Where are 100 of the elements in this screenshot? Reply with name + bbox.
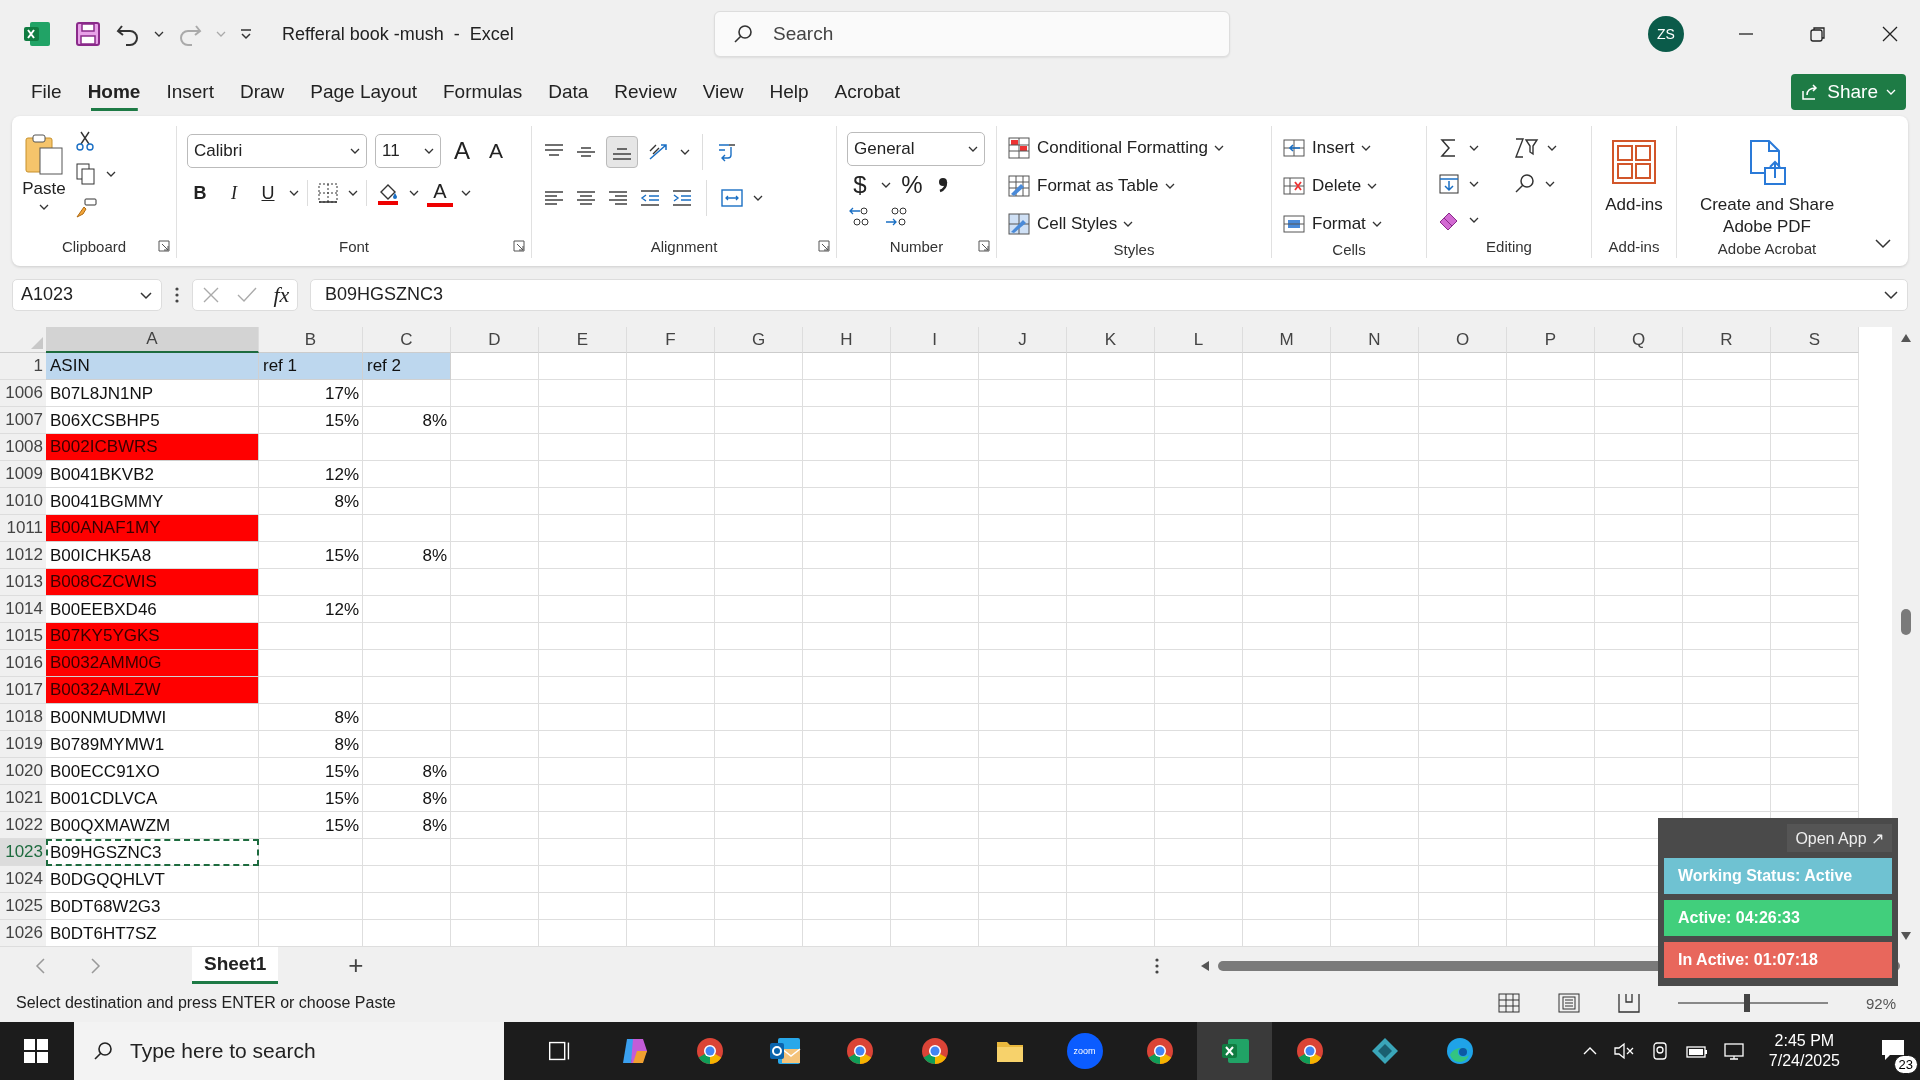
fill-down-icon[interactable] (1437, 172, 1461, 196)
column-header[interactable]: K (1067, 327, 1155, 354)
dialog-launcher-icon[interactable] (513, 240, 525, 252)
column-header[interactable]: A (46, 327, 259, 354)
column-header[interactable]: O (1419, 327, 1507, 354)
page-break-icon[interactable] (1617, 993, 1640, 1014)
ribbon-tab[interactable]: Draw (226, 73, 298, 112)
ribbon-tab[interactable]: Help (756, 73, 822, 112)
row-header[interactable]: 1019 (0, 731, 46, 759)
caret-icon[interactable] (1214, 143, 1225, 153)
clock-date[interactable]: 7/24/2025 (1768, 1052, 1840, 1071)
column-header[interactable]: D (451, 327, 539, 354)
column-header[interactable]: H (803, 327, 891, 354)
caret-icon[interactable] (1545, 179, 1555, 189)
caret-icon[interactable] (1360, 143, 1371, 153)
row-header[interactable]: 1016 (0, 650, 46, 678)
shrink-font-button[interactable]: A (483, 136, 509, 166)
speaker-muted-icon[interactable] (1612, 1041, 1635, 1061)
caret-icon[interactable] (409, 188, 419, 198)
add-sheet-button[interactable]: + (348, 950, 364, 982)
column-header[interactable]: G (715, 327, 803, 354)
caret-icon[interactable] (1469, 215, 1479, 225)
restore-icon[interactable] (1808, 24, 1828, 45)
column-header[interactable]: B (259, 327, 363, 354)
create-pdf-button[interactable]: Create and Share Adobe PDF (1687, 126, 1847, 239)
video-app-icon[interactable]: zoom (1066, 1033, 1103, 1069)
cells-menu-button[interactable]: Insert (1282, 132, 1382, 164)
borders-icon[interactable] (316, 181, 340, 205)
dialog-launcher-icon[interactable] (818, 240, 830, 252)
ribbon-tab[interactable]: Formulas (430, 73, 536, 112)
row-header[interactable]: 1015 (0, 623, 46, 651)
font-size-dropdown[interactable]: 11 (375, 134, 441, 168)
notifications-icon[interactable] (1880, 1038, 1906, 1062)
caret-icon[interactable] (350, 146, 360, 156)
column-header[interactable]: C (363, 327, 451, 354)
caret-icon[interactable] (1164, 181, 1175, 191)
column-header[interactable]: F (627, 327, 715, 354)
currency-button[interactable]: $ (847, 170, 873, 200)
share-button[interactable]: Share (1791, 74, 1906, 111)
ribbon-tab[interactable]: Page Layout (297, 73, 430, 112)
caret-icon[interactable] (1469, 143, 1479, 153)
user-avatar[interactable]: ZS (1648, 16, 1684, 53)
row-header[interactable]: 1009 (0, 461, 46, 489)
caret-icon[interactable] (680, 147, 690, 157)
caret-icon[interactable] (289, 188, 299, 198)
column-header[interactable]: M (1243, 327, 1331, 354)
more-options-icon[interactable] (1154, 956, 1160, 975)
copy-icon[interactable] (74, 162, 98, 186)
cells-menu-button[interactable]: Delete (1282, 170, 1382, 202)
ribbon-tab[interactable]: View (689, 73, 757, 112)
notification-count[interactable]: 23 (1893, 1055, 1918, 1074)
start-icon[interactable] (23, 1038, 49, 1064)
row-header[interactable]: 1025 (0, 893, 46, 921)
bold-button[interactable]: B (187, 178, 213, 208)
caret-icon[interactable] (1371, 219, 1382, 229)
ribbon-tab[interactable]: Acrobat (821, 73, 914, 112)
dialog-launcher-icon[interactable] (978, 240, 990, 252)
search-field[interactable]: Search (714, 11, 1230, 58)
column-header[interactable]: L (1155, 327, 1243, 354)
row-header[interactable]: 1010 (0, 488, 46, 516)
scroll-left-icon[interactable] (1200, 959, 1210, 972)
zoom-level[interactable]: 92% (1865, 994, 1896, 1012)
caret-icon[interactable] (753, 193, 763, 203)
page-layout-icon[interactable] (1557, 993, 1580, 1014)
caret-icon[interactable] (968, 144, 978, 154)
italic-button[interactable]: I (221, 178, 247, 208)
cells-menu-button[interactable]: Format (1282, 208, 1382, 240)
sort-filter-icon[interactable] (1513, 136, 1539, 160)
column-header[interactable]: E (539, 327, 627, 354)
grow-font-button[interactable]: A (449, 136, 475, 166)
slider-thumb[interactable] (1743, 994, 1750, 1013)
add-ins-button[interactable]: Add-ins (1605, 126, 1663, 234)
scrollbar-thumb[interactable] (1901, 609, 1911, 636)
ribbon-tab[interactable]: File (18, 73, 75, 112)
column-header[interactable]: I (891, 327, 979, 354)
dialog-launcher-icon[interactable] (158, 240, 170, 252)
row-header[interactable]: 1012 (0, 542, 46, 570)
row-header[interactable]: 1023 (0, 839, 46, 867)
ribbon-tab[interactable]: Data (535, 73, 602, 112)
row-header[interactable]: 1024 (0, 866, 46, 894)
percent-button[interactable]: % (899, 170, 925, 200)
column-header[interactable]: J (979, 327, 1067, 354)
open-app-button[interactable]: Open App ↗ (1787, 824, 1892, 852)
column-header[interactable]: R (1683, 327, 1771, 354)
column-header[interactable]: Q (1595, 327, 1683, 354)
column-header[interactable]: P (1507, 327, 1595, 354)
network-icon[interactable] (1722, 1041, 1747, 1061)
ribbon-tab[interactable]: Insert (153, 73, 227, 112)
caret-icon[interactable] (1367, 181, 1378, 191)
row-header[interactable]: 1011 (0, 515, 46, 543)
caret-icon[interactable] (461, 188, 471, 198)
row-header[interactable]: 1026 (0, 920, 46, 948)
caret-icon[interactable] (106, 169, 116, 179)
taskbar-search-field[interactable]: Type here to search (74, 1022, 504, 1080)
styles-menu-button[interactable]: Format as Table (1007, 170, 1225, 202)
row-header[interactable]: 1014 (0, 596, 46, 624)
row-header[interactable]: 1018 (0, 704, 46, 732)
caret-icon[interactable] (39, 202, 49, 212)
styles-menu-button[interactable]: Cell Styles (1007, 208, 1225, 240)
caret-icon[interactable] (1547, 143, 1557, 153)
